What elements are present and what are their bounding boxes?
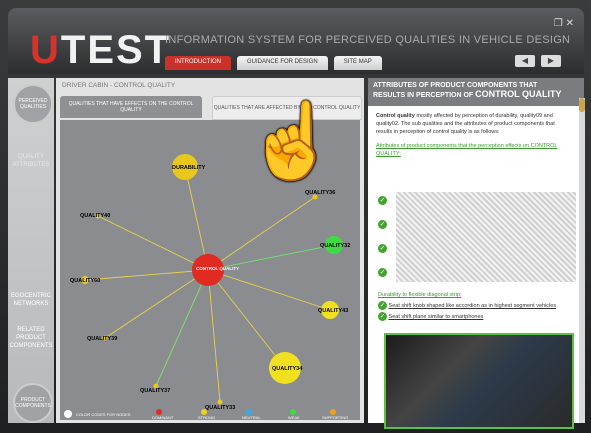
- subtab-effects-on[interactable]: QUALITIES THAT HAVE EFFECTS ON THE CONTR…: [60, 96, 202, 118]
- hand-pointer-icon: ☝: [246, 99, 339, 182]
- section1-link[interactable]: Attributes of product components that th…: [376, 142, 571, 158]
- sidebar-product-components[interactable]: PRODUCT COMPONENTS: [13, 383, 53, 423]
- edge-quality33: [207, 269, 221, 403]
- check-icon-3: ✓: [378, 244, 387, 253]
- window-frame: ❐ ✕ UTEST INFORMATION SYSTEM FOR PERCEIV…: [0, 0, 591, 433]
- tab-introduction[interactable]: INTRODUCTION: [165, 56, 231, 70]
- label-quality37: QUALITY37: [140, 388, 170, 394]
- check-icon-6: ✓: [378, 312, 387, 321]
- check-icon-2: ✓: [378, 220, 387, 229]
- sidebar-perceived-qualities[interactable]: PERCEIVED QUALITIES: [13, 84, 53, 124]
- legend-supporting: SUPPORTING: [322, 415, 349, 420]
- label-quality32: QUALITY32: [320, 243, 350, 249]
- section2: Durability to flexible diagonal strip: ✓…: [378, 291, 568, 321]
- edge-quality43: [207, 269, 331, 311]
- check-icon-1: ✓: [378, 196, 387, 205]
- legend-strong: STRONG: [198, 415, 216, 420]
- info-header-line2: RESULTS IN PERCEPTION OF: [373, 92, 474, 99]
- label-quality39: QUALITY39: [87, 336, 117, 342]
- sidebar-item-related[interactable]: RELATED PRODUCT COMPONENTS: [8, 326, 54, 350]
- legend-dominant: DOMINANT: [152, 415, 174, 420]
- check-icon-5: ✓: [378, 301, 387, 310]
- label-quality40: QUALITY40: [80, 213, 110, 219]
- label-quality36: QUALITY36: [305, 190, 335, 196]
- blurred-attribute-list: [396, 192, 576, 282]
- item2-text: Seat shift plane similar to smartphones: [388, 313, 484, 320]
- sidebar: PERCEIVED QUALITIES QUALITY ATTRIBUTES E…: [8, 78, 54, 423]
- legend-toggle-icon[interactable]: [64, 410, 72, 418]
- info-body: Control quality mostly affected by perce…: [376, 112, 571, 158]
- para-bold: Control quality: [376, 113, 415, 119]
- info-header-big: CONTROL QUALITY: [475, 89, 562, 99]
- back-button[interactable]: ◀: [515, 55, 535, 67]
- seat-photo: [384, 333, 574, 429]
- scroll-thumb[interactable]: [579, 98, 585, 112]
- nav-buttons: ◀ ▶: [515, 55, 561, 67]
- info-scrollbar[interactable]: [579, 98, 585, 423]
- app-logo: UTEST: [30, 30, 171, 70]
- panel-title: DRIVER CABIN - CONTROL QUALITY: [62, 82, 176, 89]
- label-durability: DURABILITY: [172, 165, 206, 171]
- info-header: ATTRIBUTES OF PRODUCT COMPONENTS THAT RE…: [368, 78, 584, 106]
- edge-quality40: [97, 215, 209, 271]
- label-quality43: QUALITY43: [318, 308, 348, 314]
- label-quality34: QUALITY34: [272, 366, 303, 372]
- legend-label: COLOR CODES FOR NODES: [76, 412, 131, 417]
- logo-text: TEST: [60, 28, 172, 72]
- tab-site-map[interactable]: SITE MAP: [333, 56, 382, 70]
- sidebar-item-egocentric[interactable]: EGOCENTRIC NETWORKS: [8, 292, 54, 308]
- label-quality60: QUALITY60: [70, 278, 100, 284]
- logo-u: U: [30, 28, 61, 72]
- node-legend: COLOR CODES FOR NODES DOMINANT STRONG NE…: [60, 408, 360, 420]
- node-quality33[interactable]: [217, 399, 223, 405]
- window-controls[interactable]: ❐ ✕: [554, 18, 574, 29]
- tab-guidance[interactable]: GUIDANCE FOR DESIGN: [237, 56, 328, 70]
- forward-button[interactable]: ▶: [541, 55, 561, 67]
- check-icon-4: ✓: [378, 268, 387, 277]
- item1-text: Seat shift knob shaped like accordion as…: [388, 302, 557, 309]
- sidebar-item-quality-attributes[interactable]: QUALITY ATTRIBUTES: [8, 153, 54, 169]
- label-control-quality: CONTROL QUALITY: [196, 266, 239, 271]
- section2-link[interactable]: Durability to flexible diagonal strip:: [378, 291, 568, 299]
- app-tagline: INFORMATION SYSTEM FOR PERCEIVED QUALITI…: [165, 34, 571, 46]
- edge-quality60: [84, 269, 209, 281]
- edge-quality34: [207, 269, 286, 369]
- legend-neutral: NEUTRAL: [242, 415, 261, 420]
- legend-weak: WEAK: [288, 415, 300, 420]
- main-tabs: INTRODUCTION GUIDANCE FOR DESIGN SITE MA…: [165, 56, 382, 70]
